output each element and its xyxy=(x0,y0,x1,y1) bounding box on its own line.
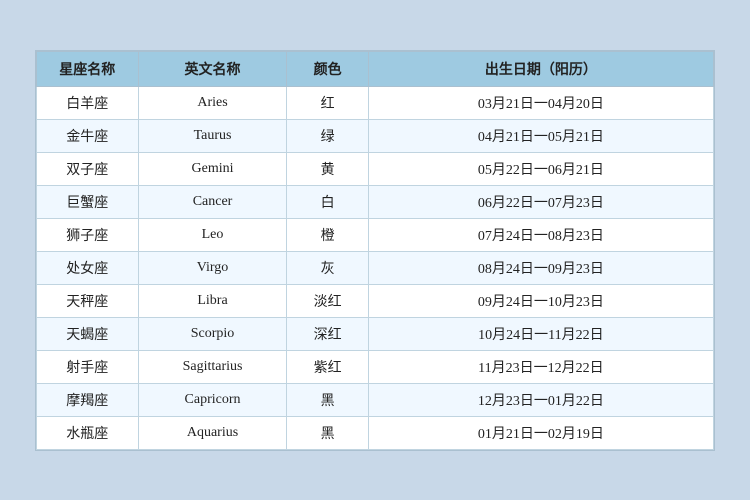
cell-date: 08月24日一09月23日 xyxy=(368,251,713,284)
table-row: 处女座Virgo灰08月24日一09月23日 xyxy=(37,251,714,284)
cell-date: 11月23日一12月22日 xyxy=(368,350,713,383)
cell-date: 03月21日一04月20日 xyxy=(368,86,713,119)
header-chinese: 星座名称 xyxy=(37,51,139,86)
header-date: 出生日期（阳历） xyxy=(368,51,713,86)
table-row: 巨蟹座Cancer白06月22日一07月23日 xyxy=(37,185,714,218)
cell-date: 10月24日一11月22日 xyxy=(368,317,713,350)
table-row: 水瓶座Aquarius黑01月21日一02月19日 xyxy=(37,416,714,449)
table-row: 射手座Sagittarius紫红11月23日一12月22日 xyxy=(37,350,714,383)
table-header-row: 星座名称 英文名称 颜色 出生日期（阳历） xyxy=(37,51,714,86)
cell-color: 黑 xyxy=(287,383,368,416)
table-row: 天蝎座Scorpio深红10月24日一11月22日 xyxy=(37,317,714,350)
cell-english: Virgo xyxy=(138,251,287,284)
cell-chinese: 天蝎座 xyxy=(37,317,139,350)
table-body: 白羊座Aries红03月21日一04月20日金牛座Taurus绿04月21日一0… xyxy=(37,86,714,449)
cell-color: 紫红 xyxy=(287,350,368,383)
table-row: 摩羯座Capricorn黑12月23日一01月22日 xyxy=(37,383,714,416)
cell-date: 12月23日一01月22日 xyxy=(368,383,713,416)
cell-chinese: 射手座 xyxy=(37,350,139,383)
table-row: 天秤座Libra淡红09月24日一10月23日 xyxy=(37,284,714,317)
cell-chinese: 天秤座 xyxy=(37,284,139,317)
cell-english: Leo xyxy=(138,218,287,251)
cell-color: 白 xyxy=(287,185,368,218)
cell-english: Gemini xyxy=(138,152,287,185)
table-row: 白羊座Aries红03月21日一04月20日 xyxy=(37,86,714,119)
cell-chinese: 狮子座 xyxy=(37,218,139,251)
cell-chinese: 金牛座 xyxy=(37,119,139,152)
cell-english: Aries xyxy=(138,86,287,119)
table-row: 双子座Gemini黄05月22日一06月21日 xyxy=(37,152,714,185)
cell-date: 05月22日一06月21日 xyxy=(368,152,713,185)
cell-color: 橙 xyxy=(287,218,368,251)
cell-english: Libra xyxy=(138,284,287,317)
cell-english: Taurus xyxy=(138,119,287,152)
cell-color: 淡红 xyxy=(287,284,368,317)
cell-english: Sagittarius xyxy=(138,350,287,383)
cell-date: 04月21日一05月21日 xyxy=(368,119,713,152)
cell-date: 06月22日一07月23日 xyxy=(368,185,713,218)
cell-color: 绿 xyxy=(287,119,368,152)
cell-chinese: 白羊座 xyxy=(37,86,139,119)
cell-english: Capricorn xyxy=(138,383,287,416)
cell-color: 黄 xyxy=(287,152,368,185)
cell-date: 01月21日一02月19日 xyxy=(368,416,713,449)
cell-chinese: 摩羯座 xyxy=(37,383,139,416)
cell-english: Cancer xyxy=(138,185,287,218)
cell-date: 09月24日一10月23日 xyxy=(368,284,713,317)
zodiac-table: 星座名称 英文名称 颜色 出生日期（阳历） 白羊座Aries红03月21日一04… xyxy=(36,51,714,450)
cell-date: 07月24日一08月23日 xyxy=(368,218,713,251)
cell-color: 红 xyxy=(287,86,368,119)
cell-chinese: 双子座 xyxy=(37,152,139,185)
cell-chinese: 处女座 xyxy=(37,251,139,284)
table-row: 金牛座Taurus绿04月21日一05月21日 xyxy=(37,119,714,152)
cell-english: Scorpio xyxy=(138,317,287,350)
zodiac-table-container: 星座名称 英文名称 颜色 出生日期（阳历） 白羊座Aries红03月21日一04… xyxy=(35,50,715,451)
header-color: 颜色 xyxy=(287,51,368,86)
cell-chinese: 水瓶座 xyxy=(37,416,139,449)
cell-color: 黑 xyxy=(287,416,368,449)
cell-color: 灰 xyxy=(287,251,368,284)
cell-color: 深红 xyxy=(287,317,368,350)
header-english: 英文名称 xyxy=(138,51,287,86)
table-row: 狮子座Leo橙07月24日一08月23日 xyxy=(37,218,714,251)
cell-chinese: 巨蟹座 xyxy=(37,185,139,218)
cell-english: Aquarius xyxy=(138,416,287,449)
